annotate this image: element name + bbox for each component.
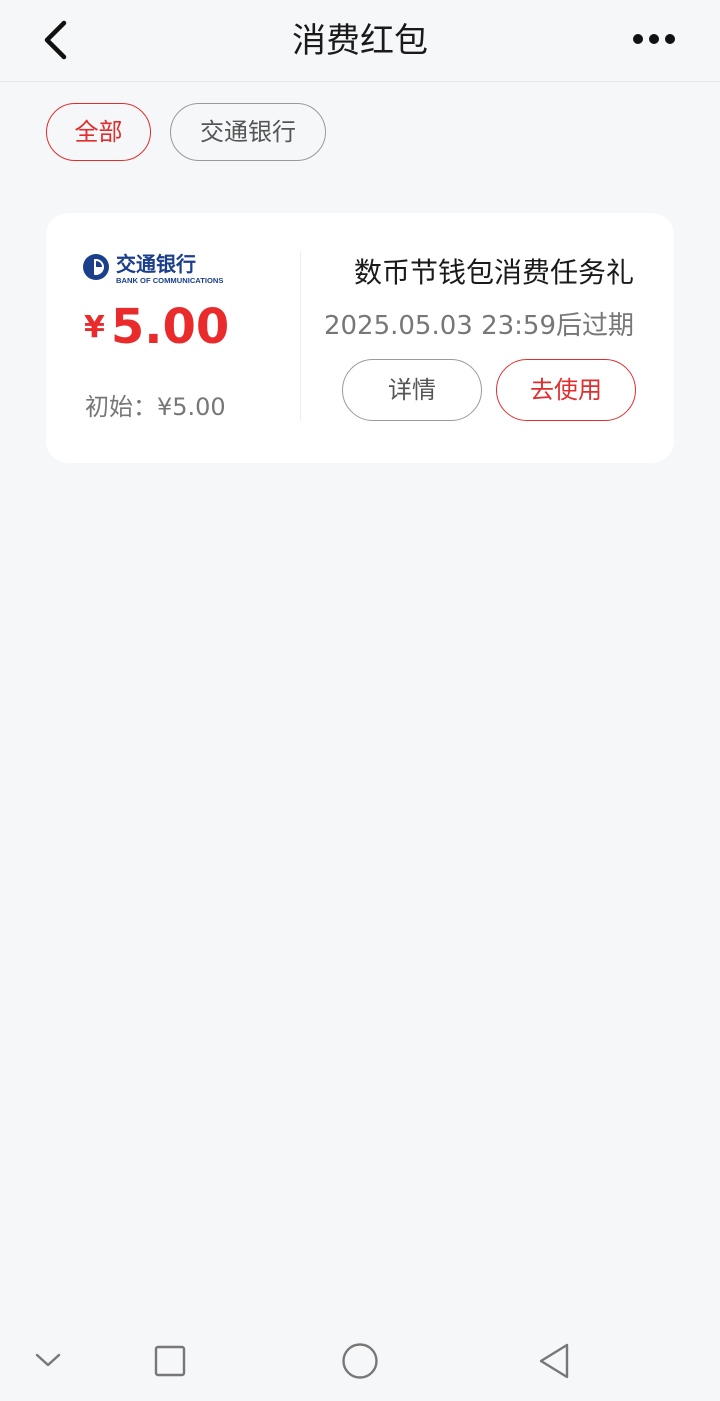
square-icon[interactable] (154, 1345, 186, 1377)
currency-symbol: ¥ (84, 310, 105, 345)
more-horizontal-icon (633, 34, 675, 44)
filter-chip-all[interactable]: 全部 (46, 103, 151, 161)
top-bar: 消费红包 (0, 0, 720, 82)
coupon-amount: ¥5.00 (84, 299, 229, 355)
circle-icon[interactable] (341, 1342, 379, 1380)
svg-text:BANK OF COMMUNICATIONS: BANK OF COMMUNICATIONS (116, 276, 223, 285)
filter-chip-bank-of-communications[interactable]: 交通银行 (170, 103, 326, 161)
chevron-down-icon[interactable] (34, 1350, 62, 1370)
amount-value: 5.00 (110, 299, 230, 355)
more-button[interactable] (624, 24, 684, 54)
svg-text:交通银行: 交通银行 (116, 252, 196, 276)
page-title: 消费红包 (292, 21, 428, 61)
page: 消费红包 全部 交通银行 交通银行 BANK OF COMMUNICATIONS… (0, 0, 720, 1401)
initial-amount: 初始：¥5.00 (85, 393, 226, 421)
card-divider (300, 251, 301, 421)
detail-button[interactable]: 详情 (342, 359, 482, 421)
use-button[interactable]: 去使用 (496, 359, 636, 421)
coupon-name: 数币节钱包消费任务礼 (353, 256, 634, 289)
triangle-back-icon[interactable] (536, 1341, 572, 1381)
bank-of-communications-logo: 交通银行 BANK OF COMMUNICATIONS (83, 252, 223, 285)
coupon-card: 交通银行 BANK OF COMMUNICATIONS ¥5.00 初始：¥5.… (46, 213, 674, 463)
expire-time: 2025.05.03 23:59后过期 (323, 311, 634, 341)
